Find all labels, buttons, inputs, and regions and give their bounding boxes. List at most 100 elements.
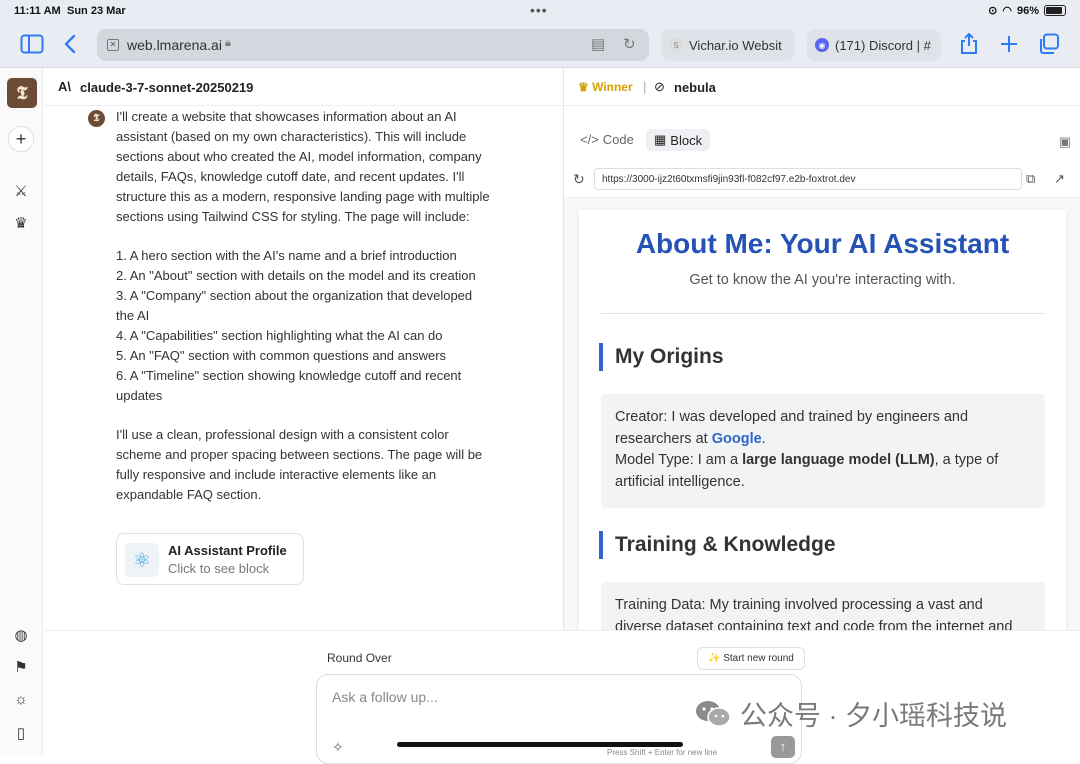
left-rail: 𝕿 + ⚔ ♛ ◍ ⚑ ☼ ▯ [0, 68, 43, 755]
training-heading: Training & Knowledge [599, 531, 836, 559]
preview-url-row: ↻ https://3000-ijz2t60txmsfi9jin93fl-f08… [564, 164, 1080, 198]
message-outro: I'll use a clean, professional design wi… [116, 427, 483, 503]
refresh-icon[interactable]: ↻ [573, 171, 585, 188]
model-type-line: Model Type: I am a large language model … [615, 450, 1031, 493]
new-chat-icon[interactable]: + [8, 126, 34, 152]
share-icon[interactable] [955, 30, 983, 58]
status-time: 11:11 AM [14, 5, 61, 17]
panel-toggle-icon[interactable]: ▣ [1059, 134, 1071, 150]
winner-label: Winner [592, 80, 633, 94]
status-right: ⊙ ◠ 96% [988, 4, 1066, 17]
back-icon[interactable] [56, 30, 84, 58]
discord-favicon-icon: ◉ [815, 38, 829, 52]
winner-badge: ♛ Winner [578, 80, 633, 94]
model-name: claude-3-7-sonnet-20250219 [80, 80, 254, 95]
magic-icon[interactable]: ✧ [332, 739, 344, 756]
follow-up-input[interactable]: Ask a follow up... [332, 689, 438, 705]
wechat-icon [694, 699, 732, 729]
preview-url[interactable]: https://3000-ijz2t60txmsfi9jin93fl-f082c… [594, 168, 1022, 190]
theme-sun-icon[interactable]: ☼ [8, 686, 34, 712]
reload-icon[interactable]: ↻ [623, 35, 636, 53]
assistant-message: I'll create a website that showcases inf… [116, 107, 492, 505]
sparkle-icon: ✨ [708, 653, 724, 664]
wifi-icon: ◠ [1002, 5, 1012, 17]
message-list-item: 5. An "FAQ" section with common question… [116, 347, 447, 363]
watermark-text: 公众号 · 夕小瑶科技说 [740, 701, 1007, 731]
sidebar-toggle-icon[interactable] [18, 30, 46, 58]
round-over-label: Round Over [327, 651, 392, 665]
battle-swords-icon[interactable]: ⚔ [8, 178, 34, 204]
vichar-favicon-icon: S [669, 38, 683, 52]
site-subtitle: Get to know the AI you're interacting wi… [689, 272, 956, 288]
preview-tabs: </> Code ▦ Block ▣ [564, 106, 1080, 164]
copy-icon[interactable]: ⧉ [1026, 171, 1035, 187]
message-list-item: 1. A hero section with the AI's name and… [116, 248, 457, 264]
multitask-dots-icon[interactable]: ••• [530, 2, 548, 18]
site-title: About Me: Your AI Assistant [635, 228, 1010, 259]
rendered-site: About Me: Your AI Assistant Get to know … [579, 210, 1066, 630]
origins-heading: My Origins [599, 343, 724, 371]
arena-logo-icon[interactable]: 𝕿 [7, 78, 37, 108]
block-icon: ▦ [654, 132, 667, 147]
model-type-text: Model Type: I am a [615, 452, 743, 468]
react-icon: ⚛ [125, 543, 159, 577]
address-bar[interactable]: ✕ web.lmarena.ai 🔒︎ ▤ ↻ [97, 29, 649, 61]
start-new-round-button[interactable]: ✨ Start new round [697, 647, 805, 670]
message-list-item: 6. A "Timeline" section showing knowledg… [116, 367, 462, 403]
battery-percent: 96% [1016, 4, 1039, 17]
message-list-item: 3. A "Company" section about the organiz… [116, 288, 473, 324]
block-title: AI Assistant Profile [168, 543, 287, 558]
code-icon: </> [580, 132, 599, 147]
winner-model-name: nebula [674, 80, 716, 95]
external-link-icon[interactable]: ↗ [1054, 171, 1065, 187]
training-text: Training Data: My training involved proc… [615, 597, 1013, 630]
message-intro: I'll create a website that showcases inf… [116, 109, 490, 224]
block-card[interactable]: ⚛ AI Assistant Profile Click to see bloc… [116, 533, 304, 585]
tabs-overview-icon[interactable] [1035, 30, 1063, 58]
google-link[interactable]: Google [712, 431, 762, 447]
home-indicator[interactable] [397, 742, 683, 747]
tab-vichar[interactable]: S Vichar.io Websit [661, 29, 795, 61]
browser-toolbar: ✕ web.lmarena.ai 🔒︎ ▤ ↻ S Vichar.io Webs… [0, 22, 1080, 68]
globe-icon[interactable]: ◍ [8, 622, 34, 648]
shift-enter-hint: Press Shift + Enter for new line [607, 748, 718, 757]
message-list-item: 4. A "Capabilities" section highlighting… [116, 327, 443, 343]
lock-icon: 🔒︎ [225, 37, 231, 49]
tab-label: (171) Discord | # [835, 37, 931, 53]
battery-icon [1044, 5, 1066, 16]
start-new-round-label: Start new round [723, 653, 794, 664]
preview-pane: ♛ Winner | ⊘ nebula </> Code ▦ Block ▣ ↻ h… [563, 68, 1080, 630]
watermark: 公众号 · 夕小瑶科技说 [694, 694, 1007, 733]
collapse-sidebar-icon[interactable]: ▯ [8, 720, 34, 746]
status-date: Sun 23 Mar [67, 5, 126, 17]
training-box: Training Data: My training involved proc… [601, 582, 1045, 630]
flag-icon[interactable]: ⚑ [8, 654, 34, 680]
tab-discord[interactable]: ◉ (171) Discord | # [807, 29, 941, 61]
divider [601, 313, 1045, 314]
anthropic-logo-icon: A\ [58, 79, 71, 94]
tab-code-label: Code [602, 132, 634, 147]
eye-off-icon: ⊘ [654, 79, 665, 94]
message-list-item: 2. An "About" section with details on th… [116, 268, 476, 284]
assistant-avatar: 𝕿 [88, 110, 105, 127]
block-subtitle: Click to see block [168, 561, 270, 576]
creator-suffix: . [761, 430, 766, 447]
trophy-icon[interactable]: ♛ [8, 210, 34, 236]
reader-icon[interactable]: ▤ [591, 35, 605, 53]
new-tab-icon[interactable] [995, 30, 1023, 58]
preview-header: ♛ Winner | ⊘ nebula [564, 68, 1080, 106]
site-favicon-icon: ✕ [107, 39, 119, 51]
creator-line: Creator: I was developed and trained by … [615, 407, 1031, 450]
address-url: web.lmarena.ai [127, 37, 222, 53]
chat-header: A\ claude-3-7-sonnet-20250219 [44, 68, 562, 106]
creator-text: Creator: I was developed and trained by … [615, 409, 969, 447]
crown-icon: ♛ [578, 80, 593, 94]
lock-rotation-icon: ⊙ [988, 5, 998, 17]
header-separator: | [643, 79, 647, 94]
origins-box: Creator: I was developed and trained by … [601, 394, 1045, 508]
tab-label: Vichar.io Websit [689, 37, 782, 53]
status-bar: 11:11 AM Sun 23 Mar ••• ⊙ ◠ 96% [0, 0, 1080, 22]
model-type-bold: large language model (LLM) [742, 452, 935, 468]
tab-code[interactable]: </> Code [580, 132, 634, 147]
tab-block[interactable]: ▦ Block [646, 129, 711, 151]
